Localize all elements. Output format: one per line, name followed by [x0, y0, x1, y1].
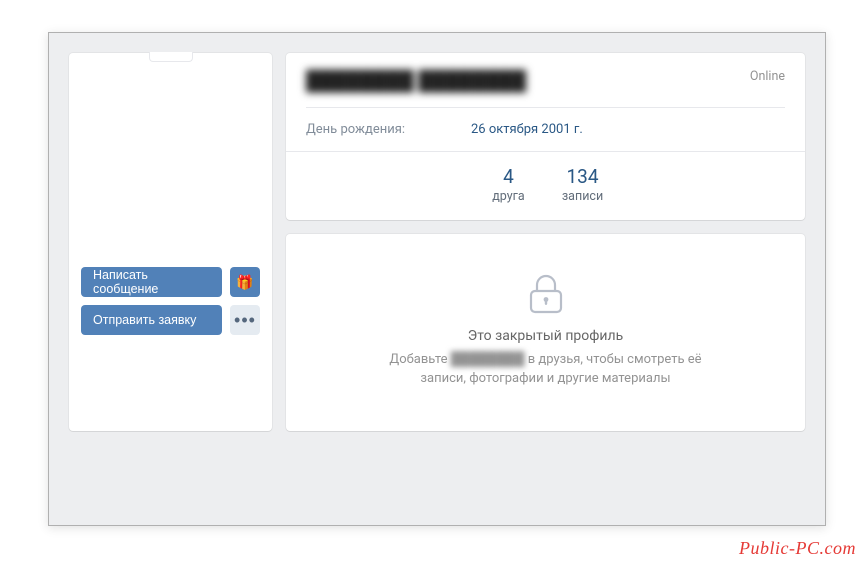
main-column: ████████ ████████ Online День рождения: …	[286, 53, 805, 431]
online-status: Online	[750, 69, 785, 84]
birthday-value[interactable]: 26 октября 2001 г.	[471, 122, 583, 137]
avatar-notch	[149, 52, 193, 62]
birthday-row: День рождения: 26 октября 2001 г.	[286, 108, 805, 151]
private-msg-prefix: Добавьте	[389, 352, 450, 367]
friends-count: 4	[481, 166, 537, 189]
private-msg-name: ████████	[451, 350, 525, 370]
profile-sidebar: Написать сообщение 🎁 Отправить заявку ••…	[69, 53, 272, 431]
profile-name: ████████ ████████	[306, 69, 526, 93]
ellipsis-icon: •••	[234, 311, 256, 329]
posts-counter[interactable]: 134 записи	[555, 166, 611, 204]
more-actions-button[interactable]: •••	[230, 305, 260, 335]
profile-info-panel: ████████ ████████ Online День рождения: …	[286, 53, 805, 220]
profile-header: ████████ ████████ Online	[286, 53, 805, 108]
app-frame: Написать сообщение 🎁 Отправить заявку ••…	[48, 32, 826, 526]
gift-button[interactable]: 🎁	[230, 267, 260, 297]
private-title: Это закрытый профиль	[468, 328, 623, 344]
posts-count: 134	[555, 166, 611, 189]
send-friend-request-button[interactable]: Отправить заявку	[81, 305, 222, 335]
friends-label: друга	[481, 189, 537, 204]
avatar-placeholder	[69, 53, 272, 255]
profile-counters: 4 друга 134 записи	[286, 151, 805, 220]
friends-counter[interactable]: 4 друга	[481, 166, 537, 204]
private-message: Добавьте ████████ в друзья, чтобы смотре…	[376, 350, 716, 389]
sidebar-buttons: Написать сообщение 🎁 Отправить заявку ••…	[69, 255, 272, 349]
content-area: Написать сообщение 🎁 Отправить заявку ••…	[49, 33, 825, 451]
send-message-button[interactable]: Написать сообщение	[81, 267, 222, 297]
gift-icon: 🎁	[236, 274, 253, 291]
birthday-label: День рождения:	[306, 122, 471, 137]
watermark: Public-PC.com	[739, 538, 856, 559]
posts-label: записи	[555, 189, 611, 204]
private-profile-panel: Это закрытый профиль Добавьте ████████ в…	[286, 234, 805, 431]
lock-icon	[529, 274, 563, 314]
